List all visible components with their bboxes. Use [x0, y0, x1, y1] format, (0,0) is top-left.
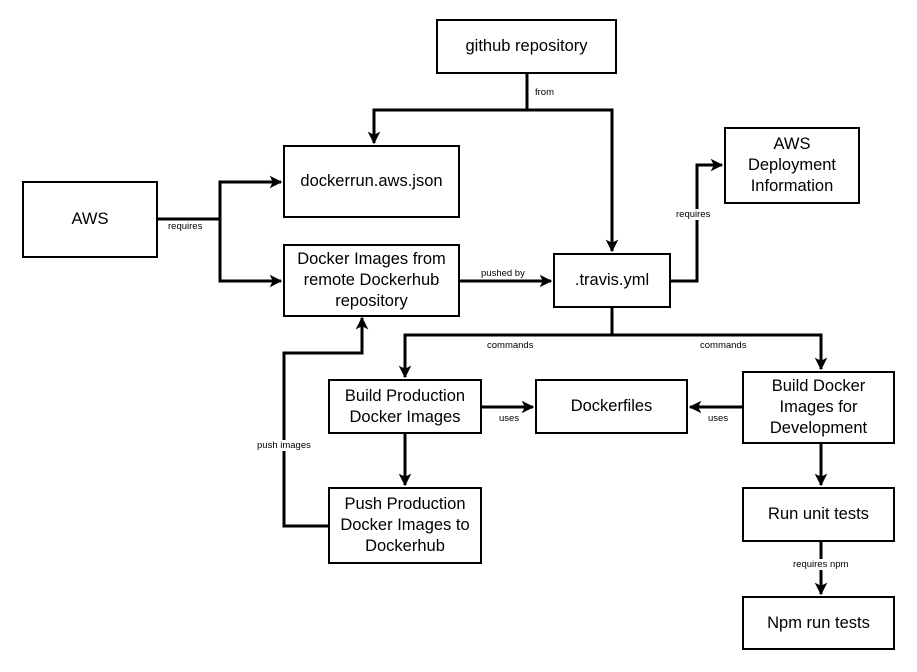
edge-label-uses-prod: uses [499, 413, 520, 424]
node-aws-deployment-information[interactable]: AWS Deployment Information [724, 127, 860, 204]
edge-label-from: from [535, 87, 554, 98]
node-npm-run-tests[interactable]: Npm run tests [742, 596, 895, 650]
edge-label-requires-aws: requires [168, 221, 203, 232]
node-travis-yml[interactable]: .travis.yml [553, 253, 671, 308]
node-dockerfiles[interactable]: Dockerfiles [535, 379, 688, 434]
edge-label-pushed-by: pushed by [481, 268, 525, 279]
edge-label-requires-deploy: requires [676, 209, 711, 220]
edge-label-commands-dev: commands [700, 340, 747, 351]
node-docker-images-remote[interactable]: Docker Images from remote Dockerhub repo… [283, 244, 460, 317]
edge-github-to-dockerrun [367, 73, 529, 145]
node-aws[interactable]: AWS [22, 181, 158, 258]
node-dockerrun-aws-json[interactable]: dockerrun.aws.json [283, 145, 460, 218]
edge-layer [158, 73, 828, 596]
edge-label-push-images: push images [257, 440, 311, 451]
edge-label-requires-npm: requires npm [793, 559, 849, 570]
node-github-repository[interactable]: github repository [436, 19, 617, 74]
node-build-docker-images-development[interactable]: Build Docker Images for Development [742, 371, 895, 444]
edge-label-commands-prod: commands [487, 340, 534, 351]
node-run-unit-tests[interactable]: Run unit tests [742, 487, 895, 542]
edge-github-to-travis [527, 108, 619, 253]
edge-label-uses-dev: uses [708, 413, 729, 424]
node-push-production-docker-images[interactable]: Push Production Docker Images to Dockerh… [328, 487, 482, 564]
edge-aws-to-dockerrun [158, 175, 283, 221]
node-build-production-docker-images[interactable]: Build Production Docker Images [328, 379, 482, 434]
edge-travis-to-aws-deploy [671, 158, 724, 283]
edge-aws-to-docker-images [218, 219, 283, 288]
